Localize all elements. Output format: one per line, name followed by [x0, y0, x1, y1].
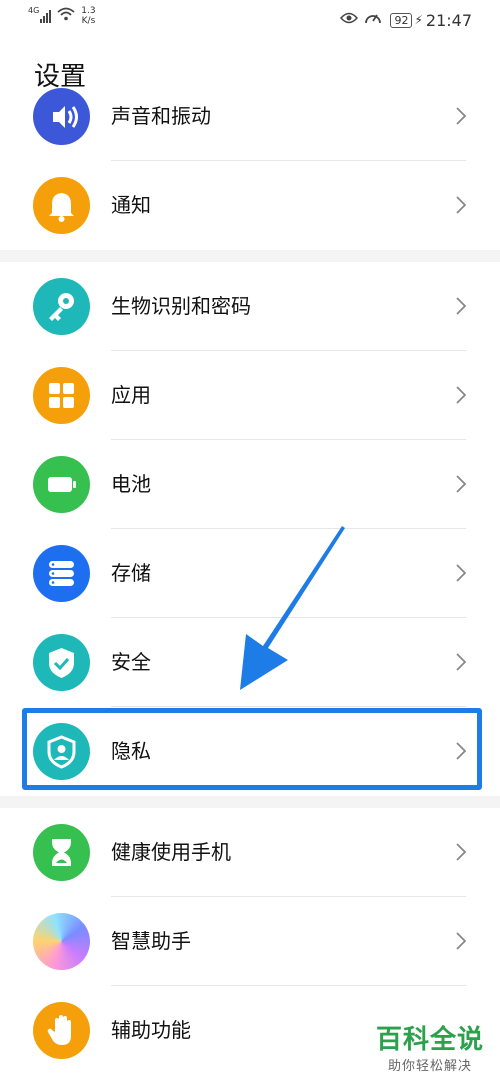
annotation-arrow [240, 526, 345, 690]
watermark-title: 百科全说 [375, 1025, 484, 1055]
watermark: 百科全说 助你轻松解决 [376, 1025, 484, 1074]
settings-screen: 4G 1.3 K/s 92 ⚡ 21:47 设置 声音和振动 通知 生物识别和密… [0, 0, 500, 1084]
watermark-subtitle: 助你轻松解决 [387, 1059, 472, 1074]
